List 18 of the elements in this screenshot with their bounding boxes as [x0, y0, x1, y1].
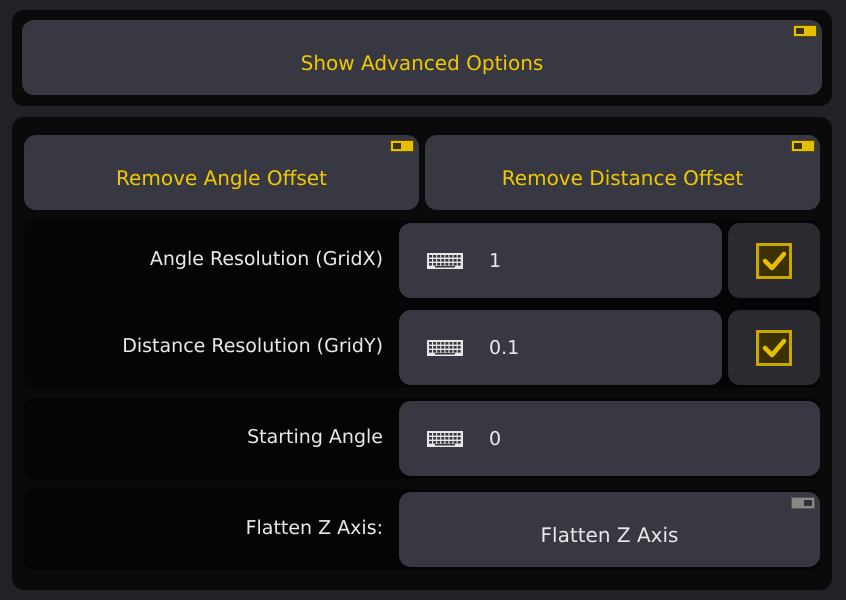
field-label: Starting Angle — [246, 426, 384, 448]
field-label: Distance Resolution (GridY) — [121, 334, 384, 356]
keyboard-icon — [427, 340, 463, 356]
keyboard-icon — [427, 252, 463, 268]
keyboard-icon — [427, 430, 463, 446]
field-label: Flatten Z Axis: — [244, 516, 384, 538]
checkbox[interactable] — [756, 330, 792, 366]
flatten-toggle-button[interactable]: Flatten Z Axis — [399, 492, 820, 567]
input-field[interactable]: 1 — [399, 223, 722, 298]
input-field[interactable]: 0 — [399, 401, 820, 476]
remove-offset-button[interactable]: Remove Distance Offset — [425, 135, 820, 210]
field-label: Angle Resolution (GridX) — [148, 248, 384, 270]
checkbox-button[interactable] — [728, 310, 820, 385]
checkbox-button[interactable] — [728, 223, 820, 298]
advanced-options-button[interactable]: Show Advanced Options — [22, 20, 822, 95]
checkbox[interactable] — [756, 242, 792, 278]
input-field[interactable]: 0.1 — [399, 310, 722, 385]
remove-offset-button[interactable]: Remove Angle Offset — [24, 135, 419, 210]
